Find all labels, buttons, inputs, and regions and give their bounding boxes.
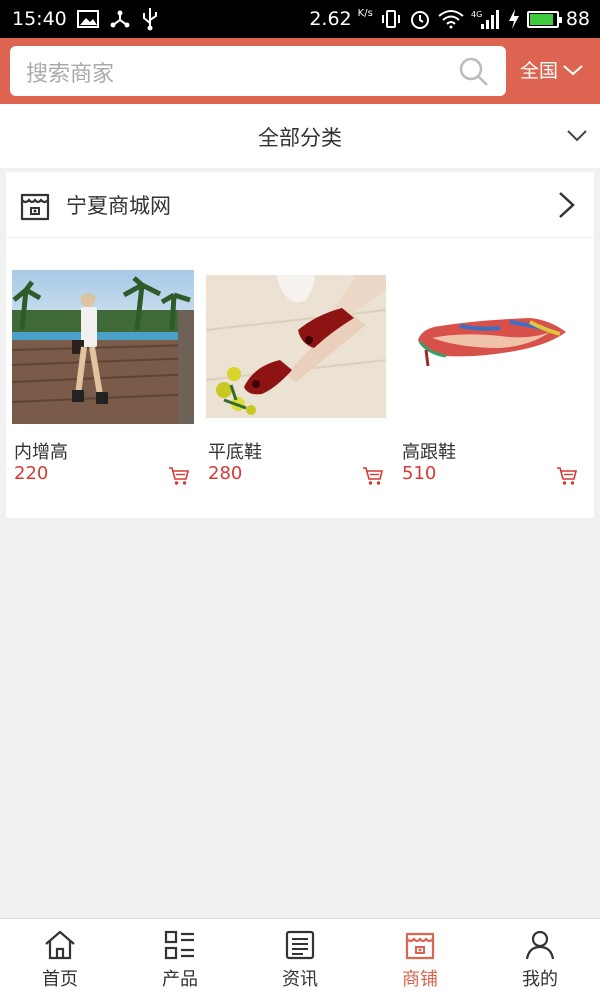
nav-shops[interactable]: 商铺: [360, 919, 480, 1000]
category-label: 全部分类: [258, 126, 342, 150]
shop-header[interactable]: 宁夏商城网: [6, 172, 594, 238]
person-icon: [525, 930, 555, 960]
product-name: 平底鞋: [208, 442, 262, 463]
shop-card: 宁夏商城网 内增高 220 平底鞋 280 高跟鞋 510: [6, 172, 594, 518]
news-icon: [285, 930, 315, 960]
battery-icon: [526, 10, 562, 28]
chevron-down-icon: [563, 64, 583, 75]
share-icon: [109, 7, 131, 31]
cart-icon[interactable]: [168, 466, 190, 486]
cart-icon[interactable]: [362, 466, 384, 486]
chevron-right-icon[interactable]: [556, 190, 578, 220]
vibrate-icon: [380, 7, 402, 31]
app-header: 搜索商家 全国: [0, 38, 600, 104]
store-icon: [20, 193, 50, 221]
nav-label: 资讯: [282, 969, 318, 990]
search-input[interactable]: 搜索商家: [10, 46, 506, 96]
image-icon: [76, 7, 99, 31]
wifi-icon: [438, 7, 464, 31]
shop-icon: [405, 932, 435, 960]
search-icon[interactable]: [458, 56, 490, 88]
nav-label: 商铺: [402, 969, 438, 990]
cart-icon[interactable]: [556, 466, 578, 486]
chevron-down-icon: [567, 130, 587, 142]
signal-icon: 4G: [471, 7, 501, 31]
region-selector[interactable]: 全国: [520, 56, 584, 83]
battery-level: 88: [565, 8, 590, 30]
nav-profile[interactable]: 我的: [480, 919, 600, 1000]
bottom-nav: 首页 产品 资讯 商铺 我的: [0, 918, 600, 1000]
nav-news[interactable]: 资讯: [240, 919, 360, 1000]
nav-home[interactable]: 首页: [0, 919, 120, 1000]
search-placeholder: 搜索商家: [26, 62, 115, 87]
network-speed: 2.62 K/s: [309, 8, 373, 30]
alarm-icon: [409, 7, 431, 31]
home-icon: [45, 930, 75, 960]
charging-icon: [508, 7, 520, 31]
product-price: 510: [402, 463, 437, 484]
product-image[interactable]: [400, 270, 582, 424]
svg-text:4G: 4G: [471, 10, 482, 19]
product-image[interactable]: [206, 270, 388, 424]
grid-list-icon: [164, 930, 194, 960]
nav-label: 我的: [522, 969, 558, 990]
status-time: 15:40: [12, 8, 67, 30]
product-image[interactable]: [12, 270, 194, 424]
product-name: 内增高: [14, 442, 68, 463]
status-bar: 15:40 2.62 K/s 4G 88: [0, 0, 600, 38]
nav-label: 产品: [162, 969, 198, 990]
product-price: 280: [208, 463, 243, 484]
nav-label: 首页: [42, 969, 78, 990]
region-label: 全国: [520, 60, 559, 82]
shop-name: 宁夏商城网: [66, 194, 171, 218]
usb-icon: [141, 7, 159, 31]
product-price: 220: [14, 463, 49, 484]
nav-products[interactable]: 产品: [120, 919, 240, 1000]
product-name: 高跟鞋: [402, 442, 456, 463]
category-filter[interactable]: 全部分类: [0, 104, 600, 168]
